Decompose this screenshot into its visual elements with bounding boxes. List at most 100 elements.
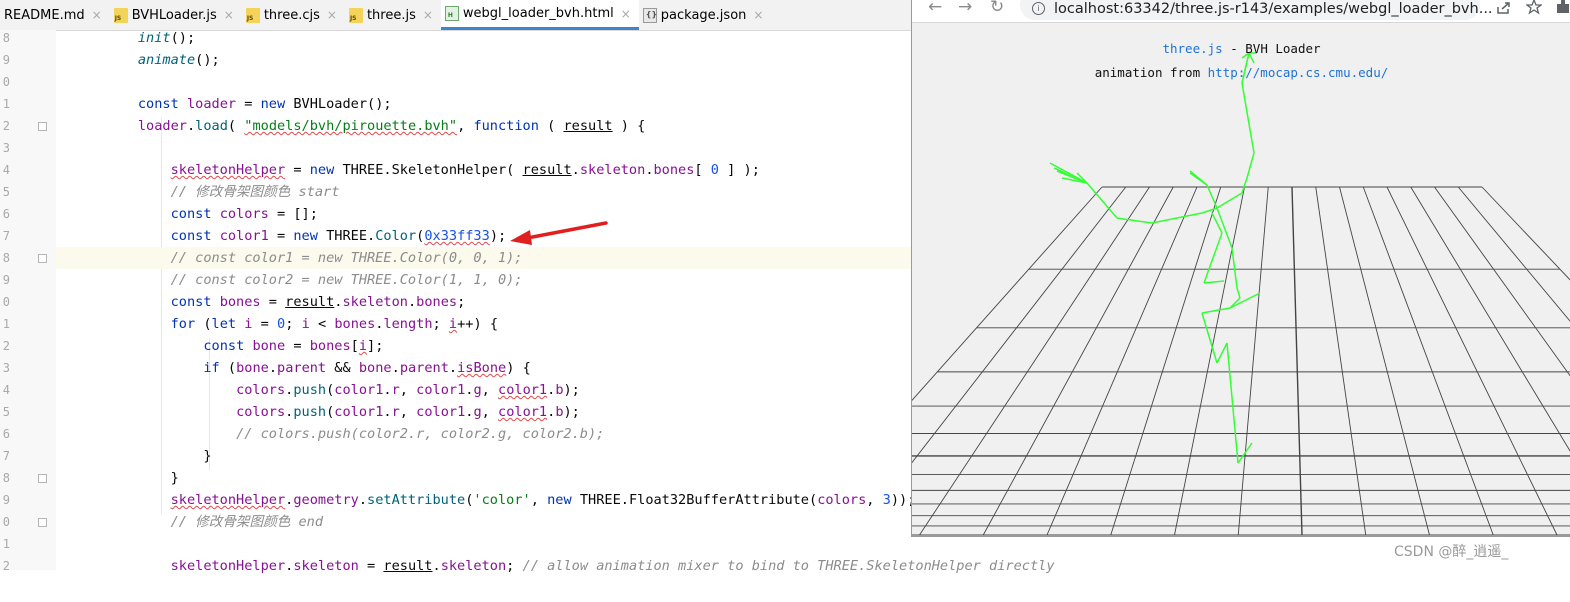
skeleton-bone <box>1237 288 1240 298</box>
editor-tab[interactable]: JS three.js × <box>345 0 441 30</box>
code-line[interactable]: skeletonHelper.skeleton = result.skeleto… <box>56 555 1055 577</box>
skeleton-bone <box>1227 343 1238 463</box>
address-bar[interactable]: i localhost:63342/three.js-r143/examples… <box>1020 0 1480 20</box>
back-button[interactable]: ← <box>928 0 942 17</box>
code-comment[interactable]: // const color2 = new THREE.Color(1, 1, … <box>56 269 523 291</box>
line-number: 2 <box>0 555 10 577</box>
editor-tab[interactable]: README.md × <box>0 0 110 30</box>
code-line[interactable]: init(); <box>56 27 195 49</box>
mocap-link[interactable]: http://mocap.cs.cmu.edu/ <box>1208 65 1389 80</box>
grid-line <box>1111 187 1221 535</box>
code-line[interactable]: } <box>56 467 179 489</box>
skeleton-bone <box>1217 343 1227 363</box>
line-number: 9 <box>0 489 10 511</box>
grid-line <box>1047 187 1197 535</box>
code-comment[interactable]: // 修改骨架图颜色 start <box>56 181 339 203</box>
code-comment[interactable]: // colors.push(color2.r, color2.g, color… <box>56 423 604 445</box>
grid-line <box>912 187 1102 535</box>
code-line[interactable]: const bones = result.skeleton.bones; <box>56 291 465 313</box>
skeleton-bone <box>1207 185 1217 208</box>
code-line[interactable]: loader.load( "models/bvh/pirouette.bvh",… <box>56 115 645 137</box>
grid-line <box>1458 187 1570 535</box>
grid-line <box>1175 187 1245 535</box>
bookmark-star-icon[interactable] <box>1526 0 1542 15</box>
code-line[interactable]: for (let i = 0; i < bones.length; i++) { <box>56 313 498 335</box>
site-info-icon[interactable]: i <box>1032 2 1045 15</box>
share-icon[interactable] <box>1496 1 1512 15</box>
line-number: 1 <box>0 313 10 335</box>
line-number: 4 <box>0 379 10 401</box>
extensions-puzzle-icon[interactable] <box>1556 0 1570 15</box>
tab-close-icon[interactable]: × <box>224 8 234 22</box>
grid-line <box>983 187 1173 535</box>
skeleton-bone <box>1117 218 1152 223</box>
js-file-icon: JS <box>349 8 363 23</box>
page-info: three.js - BVH Loader animation from htt… <box>912 37 1570 85</box>
code-line[interactable]: const color1 = new THREE.Color(0x33ff33)… <box>56 225 506 247</box>
code-line[interactable]: const colors = []; <box>56 203 318 225</box>
grid-line <box>1482 187 1570 535</box>
editor-tab-label: README.md <box>4 8 85 23</box>
editor-tab[interactable]: JSBVHLoader.js× <box>110 0 242 30</box>
line-number: 9 <box>0 49 10 71</box>
line-number: 4 <box>0 159 10 181</box>
fold-marker-icon[interactable] <box>38 474 47 483</box>
line-number: 7 <box>0 225 10 247</box>
line-number: 2 <box>0 115 10 137</box>
webgl-viewport[interactable]: three.js - BVH Loader animation from htt… <box>912 23 1570 537</box>
credit-prefix: animation from <box>1095 65 1208 80</box>
json-file-icon: {} <box>643 8 657 23</box>
skeleton-bone <box>1204 233 1222 283</box>
line-number: 1 <box>0 93 10 115</box>
line-number: 5 <box>0 401 10 423</box>
line-number: 8 <box>0 467 10 489</box>
tab-close-icon[interactable]: × <box>423 8 433 22</box>
threejs-link[interactable]: three.js <box>1162 41 1222 56</box>
js-file-icon: JS <box>246 8 260 23</box>
skeleton-bone <box>1190 173 1207 185</box>
code-line[interactable]: const bone = bones[i]; <box>56 335 383 357</box>
fold-marker-icon[interactable] <box>38 518 47 527</box>
code-line[interactable]: skeletonHelper = new THREE.SkeletonHelpe… <box>56 159 760 181</box>
editor-tab[interactable]: {}package.json× <box>639 0 772 30</box>
skeleton-bone <box>1230 293 1260 308</box>
line-number: 2 <box>0 335 10 357</box>
line-number: 0 <box>0 71 10 93</box>
html-file-icon: H <box>445 6 459 21</box>
fold-marker-icon[interactable] <box>38 254 47 263</box>
code-line[interactable]: if (bone.parent && bone.parent.isBone) { <box>56 357 531 379</box>
line-number: 5 <box>0 181 10 203</box>
code-line[interactable]: const loader = new BVHLoader(); <box>56 93 392 115</box>
code-line[interactable]: colors.push(color1.r, color1.g, color1.b… <box>56 401 580 423</box>
tab-close-icon[interactable]: × <box>753 8 763 22</box>
forward-button[interactable]: → <box>958 0 972 17</box>
line-number: 0 <box>0 511 10 533</box>
grid-line <box>1238 187 1268 535</box>
code-line[interactable]: colors.push(color1.r, color1.g, color1.b… <box>56 379 580 401</box>
editor-tab-label: three.cjs <box>264 8 320 23</box>
line-number: 8 <box>0 27 10 49</box>
skeleton-bone <box>1204 281 1224 283</box>
editor-tab[interactable]: Hwebgl_loader_bvh.html× <box>441 0 639 30</box>
reload-button[interactable]: ↻ <box>990 0 1004 17</box>
code-line[interactable]: animate(); <box>56 49 220 71</box>
editor-tab-label: BVHLoader.js <box>132 8 217 23</box>
skeleton-bone <box>1232 248 1237 288</box>
code-comment-current-line[interactable]: // const color1 = new THREE.Color(0, 0, … <box>56 247 912 269</box>
skeleton-bone <box>1087 183 1117 218</box>
code-line[interactable]: } <box>56 445 212 467</box>
tab-close-icon[interactable]: × <box>92 8 102 22</box>
tab-close-icon[interactable]: × <box>327 8 337 22</box>
code-comment[interactable]: // 修改骨架图颜色 end <box>56 511 323 533</box>
tab-close-icon[interactable]: × <box>621 7 631 21</box>
editor-tab[interactable]: JS three.cjs × <box>242 0 345 30</box>
code-line[interactable]: skeletonHelper.geometry.setAttribute('co… <box>56 489 915 511</box>
browser-window: ← → ↻ i localhost:63342/three.js-r143/ex… <box>911 0 1570 537</box>
csdn-watermark: CSDN @醉_逍遥_ <box>1394 541 1508 561</box>
fold-marker-icon[interactable] <box>38 122 47 131</box>
skeleton-bone <box>1202 208 1217 213</box>
skeleton-bone <box>1242 178 1247 193</box>
editor-tab-label: three.js <box>367 8 416 23</box>
line-number: 9 <box>0 269 10 291</box>
bvh-scene <box>912 23 1570 537</box>
